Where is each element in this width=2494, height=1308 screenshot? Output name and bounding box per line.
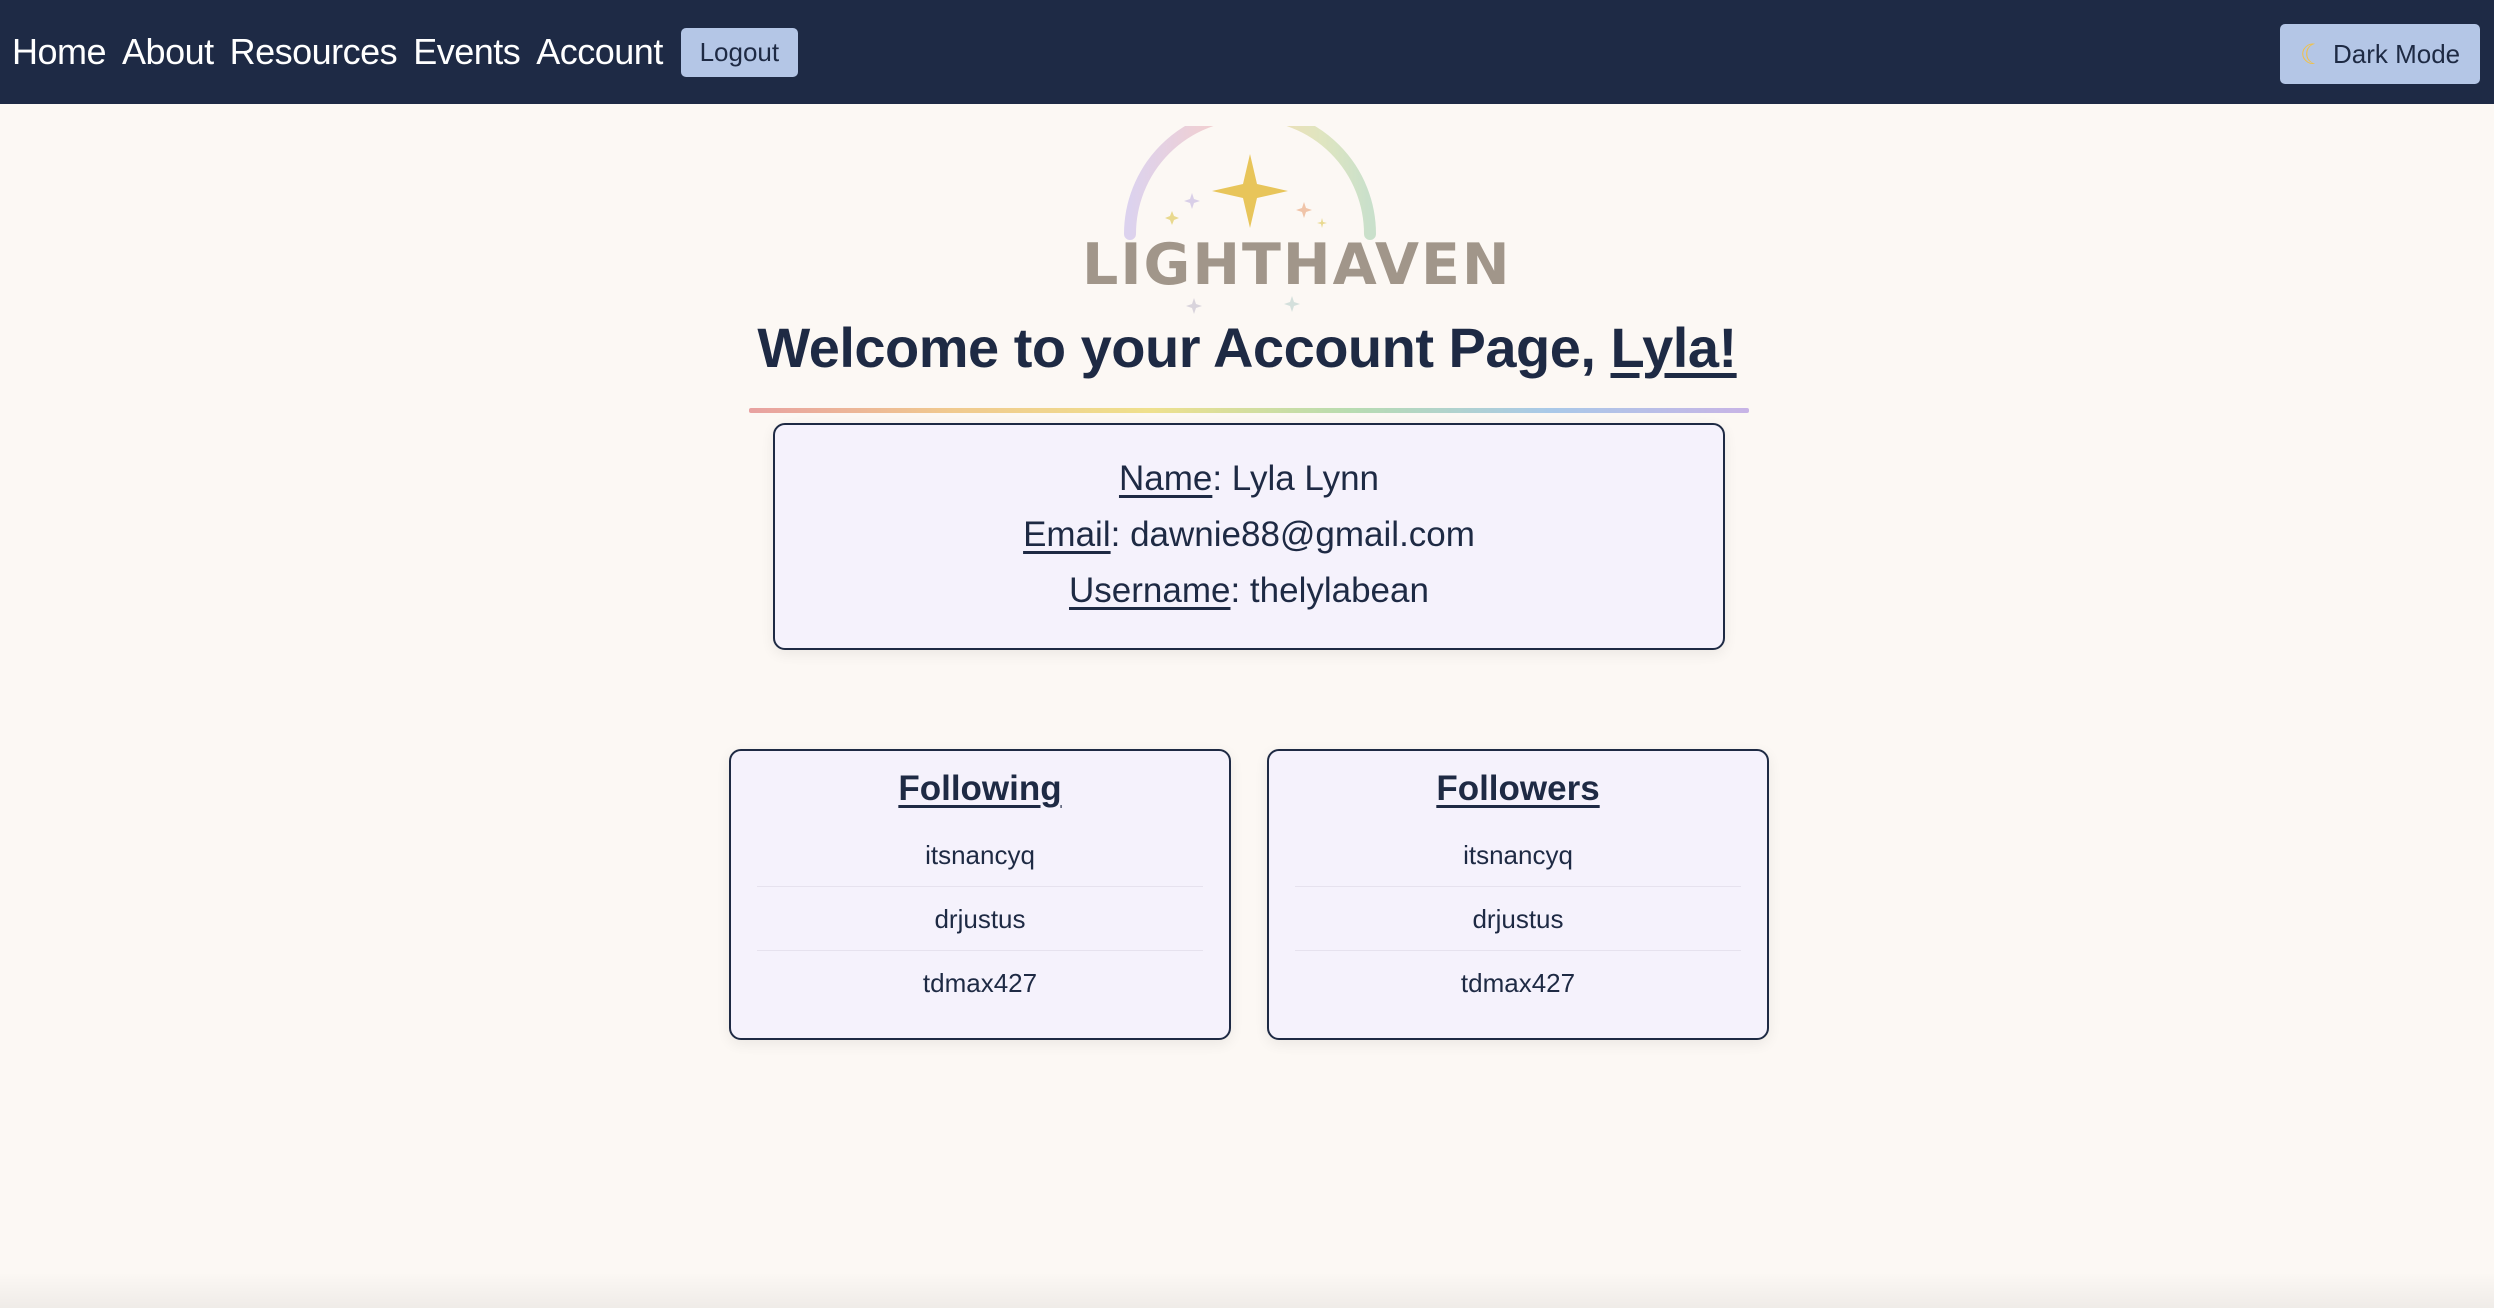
page-title: Welcome to your Account Page, Lyla! <box>0 315 2494 380</box>
email-row: Email: dawnie88@gmail.com <box>775 513 1723 569</box>
email-value: dawnie88@gmail.com <box>1130 515 1475 554</box>
lighthaven-logo: LIGHTHAVEN <box>1082 108 1512 326</box>
nav-link-about[interactable]: About <box>122 31 214 73</box>
logout-button[interactable]: Logout <box>680 27 798 77</box>
following-title: Following <box>898 769 1062 808</box>
dark-mode-label: Dark Mode <box>2332 38 2461 69</box>
following-item[interactable]: itsnancyq <box>757 823 1203 887</box>
page-bottom-shadow <box>0 1272 2494 1308</box>
username-row: Username: thelylabean <box>775 569 1723 625</box>
moon-icon: ☾ <box>2299 38 2325 70</box>
following-list: itsnancyq drjustus tdmax427 <box>757 823 1203 1015</box>
account-info-card: Name: Lyla Lynn Email: dawnie88@gmail.co… <box>773 423 1725 650</box>
username-value: thelylabean <box>1249 571 1429 610</box>
follower-item[interactable]: itsnancyq <box>1295 823 1741 887</box>
rainbow-divider <box>749 408 1749 413</box>
email-label: Email <box>1023 515 1111 554</box>
username-separator: : <box>1230 571 1250 610</box>
followers-list: itsnancyq drjustus tdmax427 <box>1295 823 1741 1015</box>
following-card: Following itsnancyq drjustus tdmax427 <box>729 749 1231 1040</box>
followers-card: Followers itsnancyq drjustus tdmax427 <box>1267 749 1769 1040</box>
nav-link-resources[interactable]: Resources <box>230 31 398 73</box>
email-separator: : <box>1110 515 1131 554</box>
top-navbar: Home About Resources Events Account Logo… <box>0 0 2494 104</box>
name-separator: : <box>1212 459 1232 498</box>
name-value: Lyla Lynn <box>1231 459 1380 498</box>
name-row: Name: Lyla Lynn <box>775 457 1723 513</box>
dark-mode-toggle-button[interactable]: ☾ Dark Mode <box>2280 24 2480 84</box>
nav-link-account[interactable]: Account <box>536 31 663 73</box>
username-label: Username <box>1069 571 1231 610</box>
welcome-user-name[interactable]: Lyla! <box>1611 316 1738 379</box>
followers-title: Followers <box>1436 769 1600 808</box>
logo-text: LIGHTHAVEN <box>1082 232 1512 298</box>
follower-item[interactable]: tdmax427 <box>1295 951 1741 1015</box>
nav-link-home[interactable]: Home <box>12 31 107 73</box>
following-item[interactable]: drjustus <box>757 887 1203 951</box>
welcome-prefix: Welcome to your Account Page, <box>757 316 1611 379</box>
following-item[interactable]: tdmax427 <box>757 951 1203 1015</box>
follower-item[interactable]: drjustus <box>1295 887 1741 951</box>
name-label: Name <box>1118 459 1213 498</box>
nav-link-events[interactable]: Events <box>413 31 521 73</box>
